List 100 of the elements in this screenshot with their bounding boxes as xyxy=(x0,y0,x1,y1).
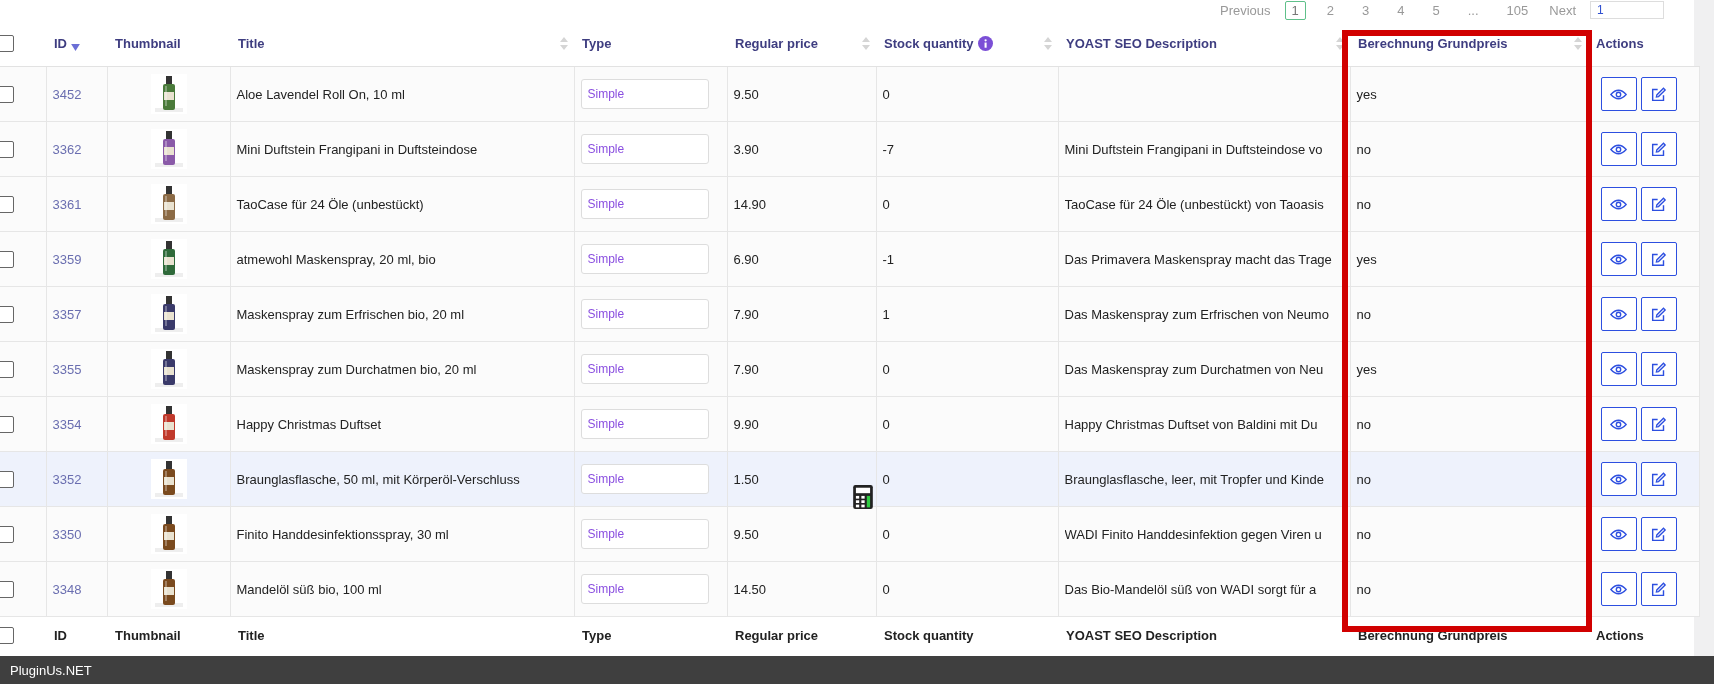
edit-button[interactable] xyxy=(1640,242,1677,276)
row-checkbox[interactable] xyxy=(0,360,14,378)
column-header[interactable]: Berechnung Grundpreis xyxy=(1358,35,1508,51)
page-link[interactable]: 5 xyxy=(1425,0,1447,20)
view-button[interactable] xyxy=(1600,462,1637,496)
edit-button[interactable] xyxy=(1640,572,1677,606)
row-checkbox[interactable] xyxy=(0,140,14,158)
product-title: Aloe Lavendel Roll On, 10 ml xyxy=(236,86,405,102)
price-text: 6.90 xyxy=(733,251,759,267)
product-id-link[interactable]: 3359 xyxy=(52,251,82,267)
select-all-checkbox[interactable] xyxy=(0,34,14,52)
page-link[interactable]: 1 xyxy=(1284,0,1306,20)
seo-description: Das Bio-Mandelöl süß von WADI sorgt für a xyxy=(1064,581,1318,597)
grundpreis-text: no xyxy=(1356,306,1371,322)
product-id-link[interactable]: 3357 xyxy=(52,306,82,322)
view-button[interactable] xyxy=(1600,517,1637,551)
product-id-link[interactable]: 3362 xyxy=(52,141,82,157)
type-field[interactable]: Simple xyxy=(580,464,709,494)
price-text: 7.90 xyxy=(733,306,759,322)
product-title: atmewohl Maskenspray, 20 ml, bio xyxy=(236,251,436,267)
page-input[interactable]: 1 xyxy=(1590,1,1664,19)
page-link[interactable]: 3 xyxy=(1355,0,1377,20)
column-header[interactable]: Thumbnail xyxy=(115,35,181,51)
previous-link[interactable]: Previous xyxy=(1219,2,1271,18)
view-button[interactable] xyxy=(1600,572,1637,606)
seo-description: Happy Christmas Duftset von Baldini mit Du xyxy=(1064,416,1319,432)
row-checkbox[interactable] xyxy=(0,525,14,543)
edit-button[interactable] xyxy=(1640,517,1677,551)
info-icon[interactable] xyxy=(977,35,993,51)
price-text: 1.50 xyxy=(733,471,759,487)
edit-button[interactable] xyxy=(1640,462,1677,496)
type-field[interactable]: Simple xyxy=(580,409,709,439)
product-id-link[interactable]: 3352 xyxy=(52,471,82,487)
column-footer: Title xyxy=(238,627,265,643)
price-text: 9.90 xyxy=(733,416,759,432)
column-header[interactable]: Regular price xyxy=(735,35,819,51)
product-id-link[interactable]: 3350 xyxy=(52,526,82,542)
column-header[interactable]: Type xyxy=(582,35,612,51)
type-field[interactable]: Simple xyxy=(580,189,709,219)
edit-icon xyxy=(1650,196,1667,212)
column-header[interactable]: Actions xyxy=(1596,35,1644,51)
price-text: 14.50 xyxy=(733,581,767,597)
column-footer: Actions xyxy=(1596,627,1644,643)
stock-text: 0 xyxy=(882,86,890,102)
type-field[interactable]: Simple xyxy=(580,244,709,274)
row-checkbox[interactable] xyxy=(0,470,14,488)
edit-icon xyxy=(1650,251,1667,267)
view-button[interactable] xyxy=(1600,77,1637,111)
row-checkbox[interactable] xyxy=(0,250,14,268)
view-button[interactable] xyxy=(1600,407,1637,441)
grundpreis-text: no xyxy=(1356,581,1371,597)
product-id-link[interactable]: 3452 xyxy=(52,86,82,102)
stock-text: 0 xyxy=(882,361,890,377)
type-field[interactable]: Simple xyxy=(580,519,709,549)
edit-button[interactable] xyxy=(1640,132,1677,166)
edit-button[interactable] xyxy=(1640,187,1677,221)
seo-description: Braunglasflasche, leer, mit Tropfer und Kinde xyxy=(1064,471,1325,487)
edit-icon xyxy=(1650,141,1667,157)
select-all-checkbox[interactable] xyxy=(0,626,14,644)
page-link[interactable]: 2 xyxy=(1319,0,1341,20)
grundpreis-text: no xyxy=(1356,416,1371,432)
view-button[interactable] xyxy=(1600,187,1637,221)
next-link[interactable]: Next xyxy=(1549,2,1576,18)
column-footer: Stock quantity xyxy=(884,627,974,643)
sort-icon[interactable] xyxy=(1336,36,1344,50)
edit-button[interactable] xyxy=(1640,352,1677,386)
edit-button[interactable] xyxy=(1640,407,1677,441)
column-header[interactable]: Title xyxy=(238,35,265,51)
row-checkbox[interactable] xyxy=(0,415,14,433)
seo-description: WADI Finito Handdesinfektion gegen Viren u xyxy=(1064,526,1323,542)
type-field[interactable]: Simple xyxy=(580,79,709,109)
type-field[interactable]: Simple xyxy=(580,354,709,384)
row-checkbox[interactable] xyxy=(0,305,14,323)
page-link[interactable]: 105 xyxy=(1499,0,1536,20)
view-button[interactable] xyxy=(1600,242,1637,276)
product-title: Finito Handdesinfektionsspray, 30 ml xyxy=(236,526,449,542)
edit-icon xyxy=(1650,581,1667,597)
view-button[interactable] xyxy=(1600,352,1637,386)
column-header[interactable]: Stock quantity xyxy=(884,35,974,51)
type-field[interactable]: Simple xyxy=(580,134,709,164)
row-checkbox[interactable] xyxy=(0,85,14,103)
edit-button[interactable] xyxy=(1640,77,1677,111)
sort-descending-icon[interactable] xyxy=(71,43,80,51)
product-id-link[interactable]: 3361 xyxy=(52,196,82,212)
row-checkbox[interactable] xyxy=(0,195,14,213)
product-id-link[interactable]: 3355 xyxy=(52,361,82,377)
row-checkbox[interactable] xyxy=(0,580,14,598)
edit-button[interactable] xyxy=(1640,297,1677,331)
column-header[interactable]: ID xyxy=(54,35,67,51)
view-button[interactable] xyxy=(1600,132,1637,166)
type-field[interactable]: Simple xyxy=(580,299,709,329)
column-header[interactable]: YOAST SEO Description xyxy=(1066,35,1217,51)
page-link[interactable]: 4 xyxy=(1390,0,1412,20)
product-id-link[interactable]: 3354 xyxy=(52,416,82,432)
view-button[interactable] xyxy=(1600,297,1637,331)
calculator-icon[interactable] xyxy=(853,485,873,509)
page-link[interactable]: ... xyxy=(1460,0,1486,20)
product-id-link[interactable]: 3348 xyxy=(52,581,82,597)
price-text: 9.50 xyxy=(733,86,759,102)
type-field[interactable]: Simple xyxy=(580,574,709,604)
